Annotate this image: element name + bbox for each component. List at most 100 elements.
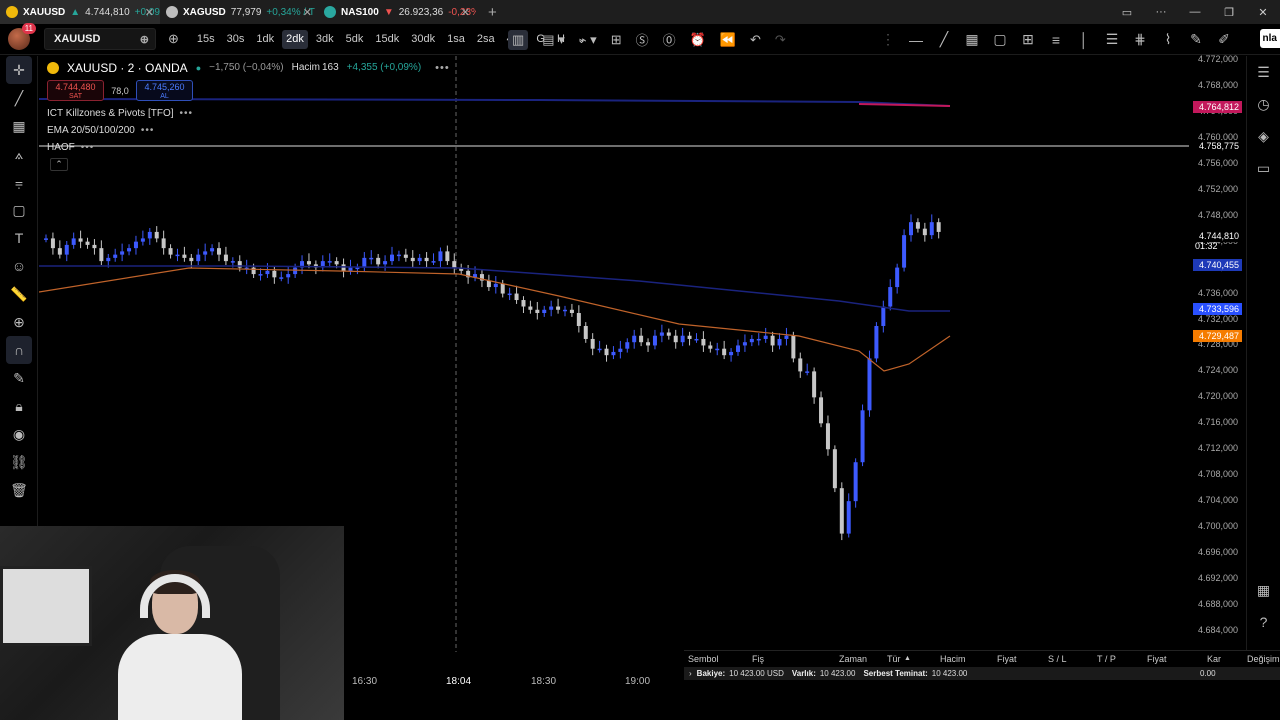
indicator-ema[interactable]: EMA 20/50/100/200 ••• [47, 122, 450, 139]
candle-body [756, 338, 761, 341]
col-price-current[interactable]: Fiyat [1147, 654, 1167, 664]
add-symbol-icon[interactable]: ⊕ [168, 31, 179, 47]
account-summary-row[interactable]: › Bakiye: 10 423.00 USD Varlık: 10 423.0… [684, 667, 1280, 680]
interval-1sa[interactable]: 1sa [443, 30, 469, 49]
close-icon[interactable]: ✕ [303, 6, 312, 19]
brush-icon[interactable]: ✎ [1182, 31, 1210, 48]
buy-button[interactable]: 4.745,260 AL [136, 80, 193, 101]
more-icon[interactable]: ··· [1144, 6, 1178, 18]
o-icon[interactable]: ⓪ [663, 30, 676, 49]
maximize-button[interactable]: ❐ [1212, 6, 1246, 19]
ruler-icon[interactable]: 📏 [0, 280, 38, 308]
interval-15dk[interactable]: 15dk [371, 30, 403, 49]
eye-icon[interactable]: ◉ [0, 420, 38, 448]
more-icon[interactable]: ••• [435, 62, 450, 74]
publish-button[interactable]: nla [1259, 29, 1280, 48]
vertical-line-icon[interactable]: │ [1070, 32, 1098, 48]
watchlist-icon[interactable]: ☰ [1247, 56, 1280, 88]
candle-body [154, 231, 159, 239]
templates-icon[interactable]: ⊞ [611, 32, 622, 48]
indicators-icon[interactable]: ⌁ ▾ [579, 32, 597, 48]
col-volume[interactable]: Hacim [940, 654, 966, 664]
close-icon[interactable]: ✕ [145, 6, 154, 19]
candle-body [348, 267, 353, 271]
symbol-search[interactable]: XAUUSD ⊕ [44, 28, 156, 50]
avatar[interactable]: 11 [8, 23, 36, 50]
legend-title[interactable]: XAUUSD · 2 · OANDA [67, 61, 188, 75]
minimize-button[interactable]: — [1178, 6, 1212, 18]
path-icon[interactable]: ⌇ [1154, 31, 1182, 48]
line-tool-icon[interactable]: ╱ [0, 84, 38, 112]
rectangle-icon[interactable]: ▢ [986, 31, 1014, 48]
interval-2sa[interactable]: 2sa [473, 30, 499, 49]
more-icon[interactable]: ••• [180, 108, 194, 119]
col-change[interactable]: Değişim [1247, 654, 1280, 664]
interval-2dk[interactable]: 2dk [282, 29, 308, 49]
interval-3dk[interactable]: 3dk [312, 30, 338, 49]
pencil-lock-icon[interactable]: ✎ [0, 364, 38, 392]
magnet-icon[interactable]: ∩ [6, 336, 32, 364]
candles-icon[interactable]: ▥ [508, 29, 529, 50]
replay-icon[interactable]: ⏪ [720, 32, 736, 48]
col-time[interactable]: Zaman [839, 654, 867, 664]
tab-xagusd[interactable]: XAGUSD 77,979 +0,34% / T ✕ [160, 0, 318, 24]
col-symbol[interactable]: Sembol [688, 654, 719, 664]
help-icon[interactable]: ? [1247, 606, 1280, 638]
crosshair-box-icon[interactable]: ⊞ [1014, 31, 1042, 48]
col-price[interactable]: Fiyat [997, 654, 1017, 664]
col-profit[interactable]: Kar [1207, 654, 1221, 664]
fib-grid-icon[interactable]: ▦ [0, 112, 38, 140]
chart-type-icon[interactable]: ▤ ▾ [542, 32, 564, 48]
new-tab-button[interactable]: + [488, 4, 497, 21]
fib-icon[interactable]: ☰ [1098, 31, 1126, 48]
grid-icon[interactable]: ▦ [958, 31, 986, 48]
pen-icon[interactable]: ✐ [1210, 31, 1238, 48]
interval-1dk[interactable]: 1dk [252, 30, 278, 49]
indicator-ict-killzones[interactable]: ICT Killzones & Pivots [TFO] ••• [47, 105, 450, 122]
shape-icon[interactable]: ▢ [0, 196, 38, 224]
alert-icon[interactable]: ⏰ [690, 32, 706, 48]
undo-icon[interactable]: ↶ [750, 32, 761, 48]
interval-15s[interactable]: 15s [193, 30, 219, 49]
collapse-legend-button[interactable]: ⌃ [50, 158, 68, 171]
crosshair-icon[interactable]: ✛ [6, 56, 32, 84]
horizontal-line-icon[interactable]: — [902, 32, 930, 48]
interval-30dk[interactable]: 30dk [407, 30, 439, 49]
lines-icon[interactable]: ≡ [1042, 32, 1070, 48]
col-tp[interactable]: T / P [1097, 654, 1116, 664]
expand-icon[interactable]: › [689, 669, 692, 678]
trend-line-icon[interactable]: ╱ [930, 31, 958, 48]
zoom-icon[interactable]: ⊕ [0, 308, 38, 336]
layers-icon[interactable]: ◈ [1247, 120, 1280, 152]
indicator-haof[interactable]: HAOF ••• [47, 139, 450, 156]
tab-xauusd[interactable]: XAUUSD ▲ 4.744,810 +0,09% ✕ [0, 0, 160, 24]
link-icon[interactable]: ⛓ [0, 448, 38, 476]
interval-30s[interactable]: 30s [223, 30, 249, 49]
close-icon[interactable]: ✕ [461, 6, 470, 19]
alerts-clock-icon[interactable]: ◷ [1247, 88, 1280, 120]
text-icon[interactable]: T [0, 224, 38, 252]
candle-body [528, 306, 533, 310]
lock-icon[interactable]: 🔒︎ [0, 392, 38, 420]
more-icon[interactable]: ••• [141, 125, 155, 136]
emoji-icon[interactable]: ☺ [0, 252, 38, 280]
channel-icon[interactable]: ⋕ [1126, 31, 1154, 48]
col-type[interactable]: Tür [887, 654, 901, 664]
col-sl[interactable]: S / L [1048, 654, 1067, 664]
more-icon[interactable]: ••• [81, 142, 95, 153]
col-ticket[interactable]: Fiş [752, 654, 764, 664]
s-icon[interactable]: Ⓢ [636, 30, 649, 49]
pattern-icon[interactable]: ⟑ [0, 140, 38, 168]
calendar-icon[interactable]: ▦ [1247, 574, 1280, 606]
redo-icon[interactable]: ↷ [775, 32, 786, 48]
chat-icon[interactable]: ▭ [1247, 152, 1280, 184]
cast-icon[interactable]: ▭ [1110, 6, 1144, 19]
indicator-label: EMA 20/50/100/200 [47, 125, 135, 136]
trash-icon[interactable]: 🗑︎ [0, 476, 38, 504]
interval-5dk[interactable]: 5dk [342, 30, 368, 49]
forecast-icon[interactable]: ⩦ [0, 168, 38, 196]
sell-button[interactable]: 4.744,480 SAT [47, 80, 104, 101]
compare-icon[interactable]: ⊕ [140, 33, 149, 46]
close-window-button[interactable]: ✕ [1246, 6, 1280, 19]
tab-nas100[interactable]: NAS100 ▼ 26.923,36 -0,23% ✕ [318, 0, 476, 24]
